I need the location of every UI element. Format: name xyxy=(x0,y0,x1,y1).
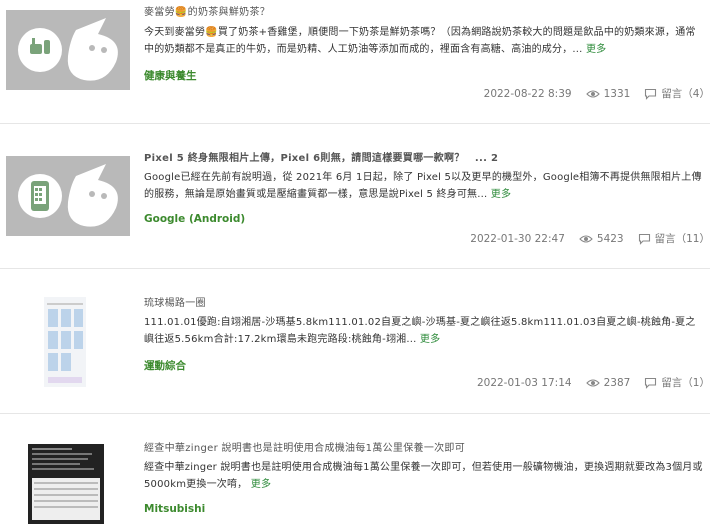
more-link[interactable]: 更多 xyxy=(251,479,271,490)
summary-text: 經查中華zinger 說明書也是註明使用合成機油每1萬公里保養一次即可，但若使用… xyxy=(144,462,703,490)
reply-count: 留言（1） xyxy=(661,377,710,389)
view-count: 1331 xyxy=(603,87,631,100)
views: 5423 xyxy=(579,233,624,245)
eye-icon xyxy=(579,234,593,243)
post-category[interactable]: 健康與養生 xyxy=(144,68,197,83)
replies[interactable]: 留言（11） xyxy=(638,231,710,246)
post-summary: 經查中華zinger 說明書也是註明使用合成機油每1萬公里保養一次即可，但若使用… xyxy=(144,459,704,493)
post-summary: Google已經在先前有說明過，從 2021年 6月 1日起，除了 Pixel … xyxy=(144,169,704,203)
post-thumbnail[interactable] xyxy=(6,10,130,90)
eye-icon xyxy=(585,89,600,98)
more-link[interactable]: 更多 xyxy=(420,334,440,345)
replies[interactable]: 留言（1） xyxy=(644,375,710,390)
views: 1331 xyxy=(585,87,631,100)
post-date: 2022-08-22 8:39 xyxy=(483,87,572,100)
post-item[interactable]: 經查中華zinger 說明書也是註明使用合成機油每1萬公里保養一次即可 經查中華… xyxy=(0,414,710,524)
reply-count: 留言（11） xyxy=(654,233,710,245)
comment-icon xyxy=(645,88,657,100)
post-item[interactable]: Pixel 5 終身無限相片上傳，Pixel 6則無，請問這樣要買哪一款啊？ .… xyxy=(0,124,710,269)
post-date: 2022-01-30 22:47 xyxy=(470,232,565,245)
post-meta: 2022-08-22 8:39 1331 留言（4） xyxy=(484,86,710,101)
post-category[interactable]: Mitsubishi xyxy=(144,503,205,515)
comment-icon xyxy=(645,377,657,389)
post-title[interactable]: Pixel 5 終身無限相片上傳，Pixel 6則無，請問這樣要買哪一款啊？ .… xyxy=(144,149,498,164)
post-thumbnail[interactable] xyxy=(6,156,130,236)
post-category[interactable]: Google (Android) xyxy=(144,213,245,225)
comment-icon xyxy=(638,233,650,245)
post-title[interactable]: 麥當勞🍔的奶茶與鮮奶茶？ xyxy=(144,3,270,18)
post-thumbnail[interactable] xyxy=(44,297,86,387)
more-link[interactable]: 更多 xyxy=(586,44,606,55)
summary-text: Google已經在先前有說明過，從 2021年 6月 1日起，除了 Pixel … xyxy=(144,172,702,200)
post-title[interactable]: 琉球楊路一圈 xyxy=(144,294,206,309)
post-summary: 111.01.01優跑:自翊湘居-沙瑪基5.8km111.01.02自夏之嶼-沙… xyxy=(144,314,704,348)
post-date: 2022-01-03 17:14 xyxy=(476,376,572,389)
post-item[interactable]: 琉球楊路一圈 111.01.01優跑:自翊湘居-沙瑪基5.8km111.01.0… xyxy=(0,269,710,414)
post-item[interactable]: 麥當勞🍔的奶茶與鮮奶茶？ 今天到麥當勞🍔買了奶茶+香雞堡，順便問一下奶茶是鮮奶茶… xyxy=(0,0,710,124)
post-category[interactable]: 運動綜合 xyxy=(144,358,186,373)
post-meta: 2022-01-03 17:14 2387 留言（1） xyxy=(477,375,710,390)
views: 2387 xyxy=(585,376,631,389)
reply-count: 留言（4） xyxy=(661,88,710,100)
post-thumbnail[interactable] xyxy=(28,444,104,524)
eye-icon xyxy=(585,378,600,387)
more-link[interactable]: 更多 xyxy=(491,189,511,200)
summary-text: 今天到麥當勞🍔買了奶茶+香雞堡，順便問一下奶茶是鮮奶茶嗎？（因為網路說奶茶較大的… xyxy=(144,27,696,55)
post-title[interactable]: 經查中華zinger 說明書也是註明使用合成機油每1萬公里保養一次即可 xyxy=(144,439,465,454)
view-count: 5423 xyxy=(596,232,624,245)
view-count: 2387 xyxy=(603,376,631,389)
post-meta: 2022-01-30 22:47 5423 留言（11） xyxy=(470,231,710,246)
replies[interactable]: 留言（4） xyxy=(644,86,710,101)
phone-icon xyxy=(31,181,49,211)
post-summary: 今天到麥當勞🍔買了奶茶+香雞堡，順便問一下奶茶是鮮奶茶嗎？（因為網路說奶茶較大的… xyxy=(144,24,704,58)
